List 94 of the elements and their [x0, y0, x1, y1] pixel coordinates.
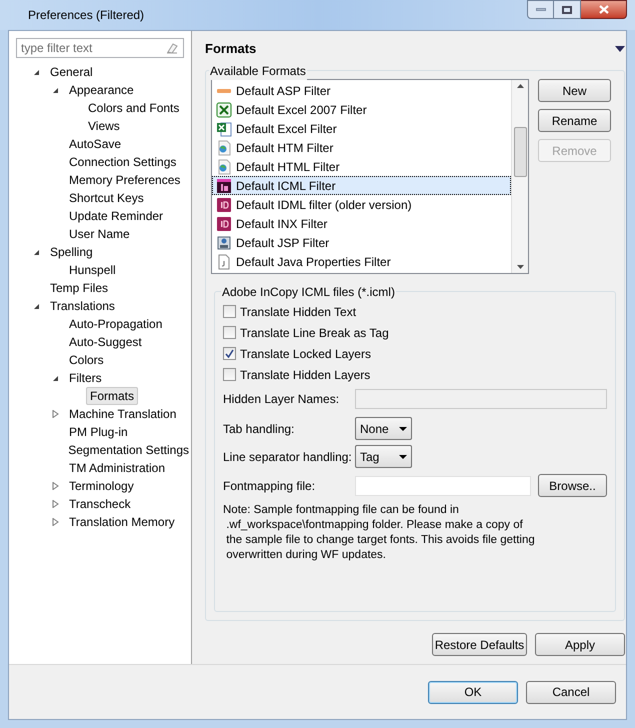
button[interactable]: Restore Defaults — [432, 633, 527, 656]
tree-item[interactable]: Terminology — [67, 477, 136, 495]
spreadsheet-icon — [216, 102, 232, 118]
tree-item[interactable]: Colors — [67, 351, 106, 369]
minimize-button[interactable] — [527, 0, 554, 19]
view-menu-icon[interactable] — [615, 46, 625, 52]
dropdown-arrow-icon — [399, 454, 407, 458]
checkbox-label: Translate Line Break as Tag — [240, 324, 389, 342]
expanded-arrow-icon[interactable] — [33, 68, 40, 76]
checkbox-label: Translate Hidden Layers — [240, 366, 370, 384]
tree-item[interactable]: Segmentation Settings — [66, 441, 191, 459]
tree-item[interactable]: Connection Settings — [67, 153, 178, 171]
filter-field[interactable]: type filter text — [16, 38, 184, 58]
list-item[interactable]: Default Excel 2007 Filter — [212, 100, 511, 119]
checkbox[interactable] — [223, 326, 236, 339]
tree-item[interactable]: Transcheck — [67, 495, 133, 513]
collapsed-arrow-icon[interactable] — [52, 518, 59, 526]
checkbox[interactable] — [223, 305, 236, 318]
fontmapping-field[interactable] — [355, 476, 531, 496]
tree-item[interactable]: Translation Memory — [67, 513, 177, 531]
checkbox-label: Translate Locked Layers — [240, 346, 371, 362]
line-separator-dropdown[interactable]: Tag — [355, 445, 412, 468]
tree-item[interactable]: Translations — [48, 297, 117, 315]
button[interactable]: Rename — [538, 109, 611, 132]
dropdown-arrow-icon — [399, 426, 407, 430]
indesign-icon — [216, 196, 232, 212]
field-label: Hidden Layer Names: — [223, 391, 340, 408]
tree-item[interactable]: Temp Files — [48, 279, 110, 297]
checkbox[interactable] — [223, 368, 236, 381]
field-label: Line separator handling: — [223, 448, 353, 466]
tab-handling-dropdown[interactable]: None — [355, 417, 412, 440]
scroll-down-arrow-icon[interactable] — [516, 265, 524, 269]
tree-item[interactable]: Spelling — [48, 243, 95, 261]
window-title: Preferences (Filtered) — [28, 7, 144, 24]
tree-item[interactable]: Filters — [67, 369, 104, 387]
scroll-up-arrow-icon[interactable] — [516, 84, 524, 88]
scrollbar[interactable] — [511, 80, 528, 273]
collapsed-arrow-icon[interactable] — [52, 500, 59, 508]
checkbox[interactable] — [223, 347, 236, 360]
button[interactable]: Apply — [535, 633, 625, 656]
tree-item[interactable]: TM Administration — [67, 459, 168, 477]
expanded-arrow-icon[interactable] — [33, 248, 40, 256]
field-label: Tab handling: — [223, 420, 296, 438]
tree-item[interactable]: User Name — [67, 225, 132, 243]
tree-item[interactable]: Shortcut Keys — [67, 189, 146, 207]
expanded-arrow-icon[interactable] — [52, 86, 59, 94]
jsp-file-icon — [216, 234, 232, 250]
tree-item[interactable]: Auto-Suggest — [67, 333, 144, 351]
tree-item[interactable]: Formats — [86, 387, 138, 405]
tree-item[interactable]: Machine Translation — [67, 405, 178, 423]
list-item[interactable]: Default Excel Filter — [212, 119, 511, 138]
tree-item[interactable]: Colors and Fonts — [86, 99, 182, 117]
button[interactable]: Cancel — [526, 680, 616, 704]
spreadsheet-icon — [216, 120, 232, 136]
file-type-icon — [217, 88, 231, 92]
tree-item[interactable]: Hunspell — [67, 261, 118, 279]
tree-item[interactable]: PM Plug-in — [67, 423, 130, 441]
maximize-button[interactable] — [554, 0, 581, 19]
list-item[interactable]: Default HTM Filter — [212, 138, 511, 157]
field-label: Fontmapping file: — [223, 478, 316, 494]
button[interactable]: OK — [428, 680, 518, 704]
document-icon — [216, 254, 232, 270]
list-item[interactable]: Default Java Properties Filter — [212, 252, 511, 271]
note-text: Note: Sample fontmapping file can be found in .wf_workspace\fontmapping folder. Please make a copy of the sample file to change target fonts. This avoids file getting overwritten during WF updates. — [223, 503, 536, 563]
list-item[interactable]: Default IDML filter (older version) — [212, 195, 511, 214]
tree-item[interactable]: AutoSave — [67, 135, 124, 153]
indesign-icon — [216, 216, 232, 232]
expanded-arrow-icon[interactable] — [33, 302, 40, 310]
tree-item[interactable]: Memory Preferences — [67, 171, 182, 189]
tree-item[interactable]: Update Reminder — [67, 207, 166, 225]
incopy-icon — [216, 178, 232, 194]
close-icon — [598, 5, 608, 14]
list-item[interactable]: Default ASP Filter — [212, 81, 511, 100]
list-item[interactable]: Default INX Filter — [212, 214, 511, 233]
checkbox-label: Translate Hidden Text — [240, 304, 356, 320]
eraser-icon[interactable] — [166, 42, 178, 54]
page-title: Formats — [205, 40, 256, 58]
list-item[interactable]: Default JSP Filter — [212, 233, 511, 252]
close-button[interactable] — [581, 0, 627, 19]
scrollbar-thumb[interactable] — [514, 126, 526, 176]
collapsed-arrow-icon[interactable] — [52, 482, 59, 490]
collapsed-arrow-icon[interactable] — [52, 410, 59, 418]
tree-item[interactable]: Views — [86, 117, 122, 135]
tree-item[interactable]: Auto-Propagation — [67, 315, 164, 333]
button[interactable]: New — [538, 79, 611, 102]
tree-item[interactable]: Appearance — [67, 81, 136, 99]
web-page-icon — [216, 158, 232, 174]
web-page-icon — [216, 140, 232, 156]
list-item[interactable]: Default ICML Filter — [212, 176, 511, 195]
expanded-arrow-icon[interactable] — [52, 374, 59, 382]
list-item[interactable]: Default HTML Filter — [212, 157, 511, 176]
tree-item[interactable]: General — [48, 63, 95, 81]
check-icon — [225, 349, 234, 358]
button[interactable]: Browse.. — [538, 474, 607, 497]
